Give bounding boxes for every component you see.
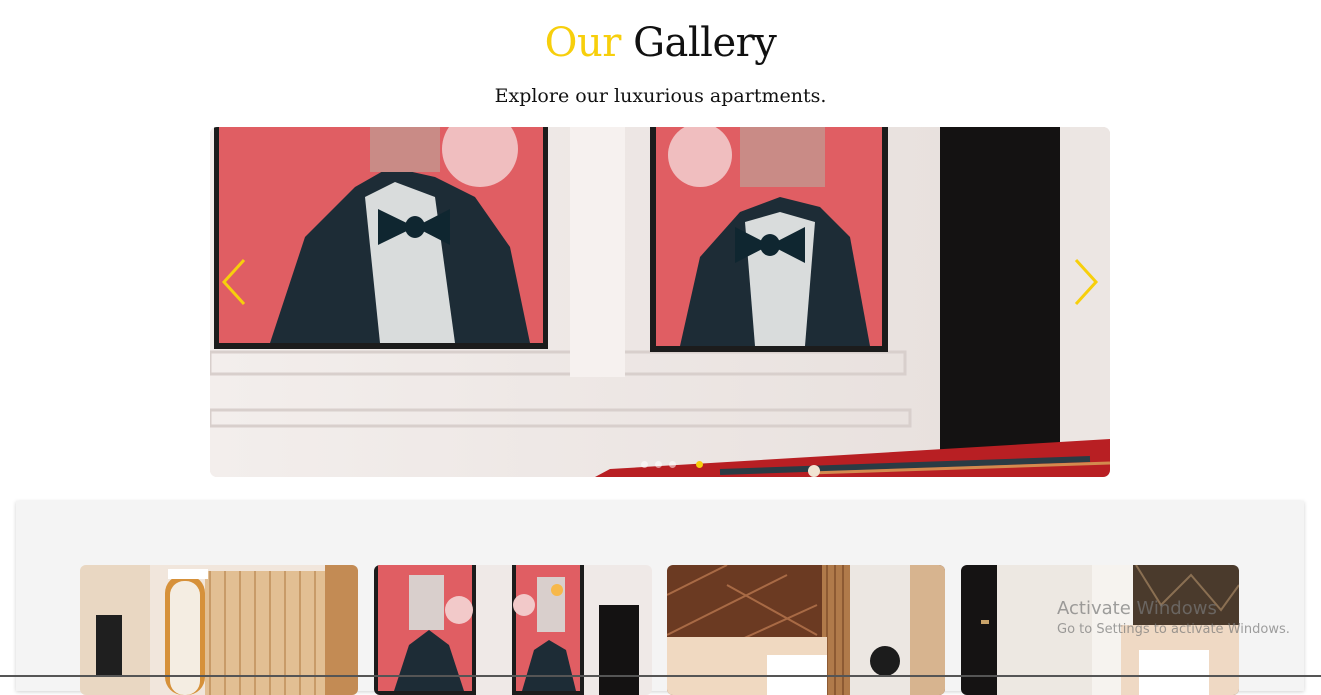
gallery-title-rest: Gallery	[633, 20, 777, 66]
slider-dot-active[interactable]	[696, 461, 703, 468]
slider-prev-button[interactable]	[216, 257, 256, 307]
slider-dots	[210, 461, 1110, 469]
gallery-slider[interactable]	[210, 127, 1110, 477]
watermark-title: Activate Windows	[1057, 598, 1217, 619]
gallery-title-accent: Our	[544, 20, 622, 66]
slider-dot[interactable]	[669, 461, 676, 468]
chevron-left-icon	[221, 258, 246, 306]
gallery-title: Our Gallery	[0, 18, 1321, 68]
gallery-subtitle: Explore our luxurious apartments.	[494, 85, 827, 107]
thumbnail-strip	[16, 501, 1304, 695]
slider-dot[interactable]	[655, 461, 662, 468]
slider-next-button[interactable]	[1064, 257, 1104, 307]
chevron-right-icon	[1074, 258, 1099, 306]
slider-image	[210, 127, 1110, 477]
activate-windows-watermark: Activate Windows Go to Settings to activ…	[1057, 598, 1290, 640]
slider-dot[interactable]	[641, 461, 648, 468]
watermark-subtitle: Go to Settings to activate Windows.	[1057, 622, 1290, 637]
